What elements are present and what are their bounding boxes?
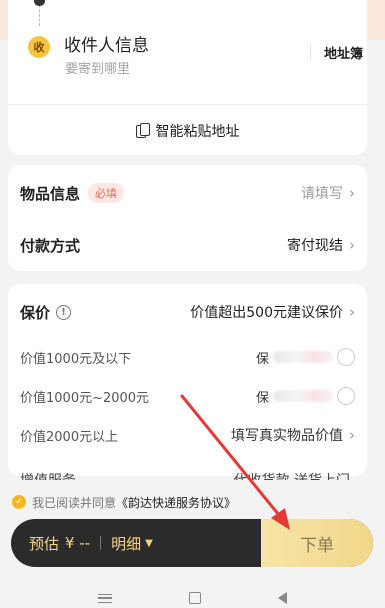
divider <box>8 104 367 105</box>
sender-marker-icon <box>34 0 45 6</box>
insurance-card: 保价 ! 价值超出500元建议保价 › 价值1000元及以下 保 价值1000元… <box>8 284 367 480</box>
insurance-option-label: 价值1000元及以下 <box>20 351 132 367</box>
agreement-prefix: 我已阅读并同意 <box>32 495 117 510</box>
insurance-hint: 价值超出500元建议保价 <box>190 305 343 321</box>
checkmark-icon[interactable]: ✓ <box>12 495 26 509</box>
menu-icon[interactable] <box>98 593 113 603</box>
value-added-row[interactable]: 增值服务 代收货款 送货上门 <box>20 470 350 480</box>
submit-order-button[interactable]: 下单 <box>261 519 373 567</box>
payment-method-label: 付款方式 <box>20 236 81 255</box>
paste-icon <box>135 123 150 139</box>
detail-button[interactable]: 明细 ▼ <box>111 533 153 554</box>
recipient-title[interactable]: 收件人信息 <box>64 31 149 56</box>
recipient-card: 收 收件人信息 要寄到哪里 地址簿 智能粘贴地址 <box>8 0 367 155</box>
required-badge: 必填 <box>88 183 125 203</box>
divider <box>310 44 311 60</box>
payment-method-row[interactable]: 付款方式 寄付现结 › <box>8 219 367 271</box>
goods-info-label: 物品信息 <box>20 184 81 203</box>
recipient-subtitle[interactable]: 要寄到哪里 <box>65 58 130 77</box>
back-icon[interactable] <box>277 592 287 604</box>
blurred-text <box>273 390 333 402</box>
goods-payment-card: 物品信息 必填 请填写 › 付款方式 寄付现结 › <box>8 165 367 271</box>
radio-button[interactable] <box>337 387 355 405</box>
recipient-badge-icon: 收 <box>28 36 50 58</box>
agreement-link[interactable]: 《韵达快递服务协议》 <box>116 494 236 511</box>
chevron-right-icon: › <box>349 303 355 321</box>
insurance-option-label: 价值1000元~2000元 <box>20 390 150 406</box>
chevron-right-icon: › <box>349 184 355 202</box>
smart-paste-label: 智能粘贴地址 <box>155 124 240 140</box>
goods-info-value: 请填写 <box>301 186 343 202</box>
value-added-value: 代收货款 送货上门 <box>234 470 350 480</box>
caret-down-icon: ▼ <box>145 537 153 549</box>
insurance-option-row[interactable]: 价值2000元以上 填写真实物品价值 › <box>8 416 367 454</box>
estimate-value: ¥ -- <box>65 534 91 552</box>
insurance-option-label: 价值2000元以上 <box>20 429 119 445</box>
order-bar: 预估 ¥ -- 明细 ▼ 下单 <box>11 519 373 567</box>
insurance-option-value: 保 <box>255 351 269 367</box>
insurance-row[interactable]: 保价 ! 价值超出500元建议保价 › <box>8 286 367 338</box>
insurance-option-value: 保 <box>255 390 269 406</box>
info-icon[interactable]: ! <box>56 304 72 320</box>
payment-method-value: 寄付现结 <box>287 238 343 254</box>
chevron-right-icon: › <box>349 426 355 444</box>
system-nav-bar <box>0 588 385 608</box>
divider <box>100 536 102 550</box>
home-icon[interactable] <box>188 592 201 604</box>
value-added-label: 增值服务 <box>20 470 76 480</box>
insurance-option-row[interactable]: 价值1000元及以下 保 <box>8 338 367 376</box>
agreement-bar[interactable]: ✓ 我已阅读并同意 《韵达快递服务协议》 <box>0 490 385 514</box>
insurance-label: 保价 <box>20 303 51 322</box>
detail-label: 明细 <box>111 534 142 553</box>
declared-value-link[interactable]: 填写真实物品价值 <box>231 425 343 445</box>
estimate-label: 预估 <box>29 534 60 553</box>
goods-info-row[interactable]: 物品信息 必填 请填写 › <box>8 167 367 219</box>
chevron-right-icon: › <box>349 236 355 254</box>
smart-paste-button[interactable]: 智能粘贴地址 <box>8 118 367 144</box>
address-book-button[interactable]: 地址簿 <box>324 43 363 62</box>
blurred-text <box>273 351 333 363</box>
insurance-option-row[interactable]: 价值1000元~2000元 保 <box>8 377 367 415</box>
radio-button[interactable] <box>337 348 355 366</box>
